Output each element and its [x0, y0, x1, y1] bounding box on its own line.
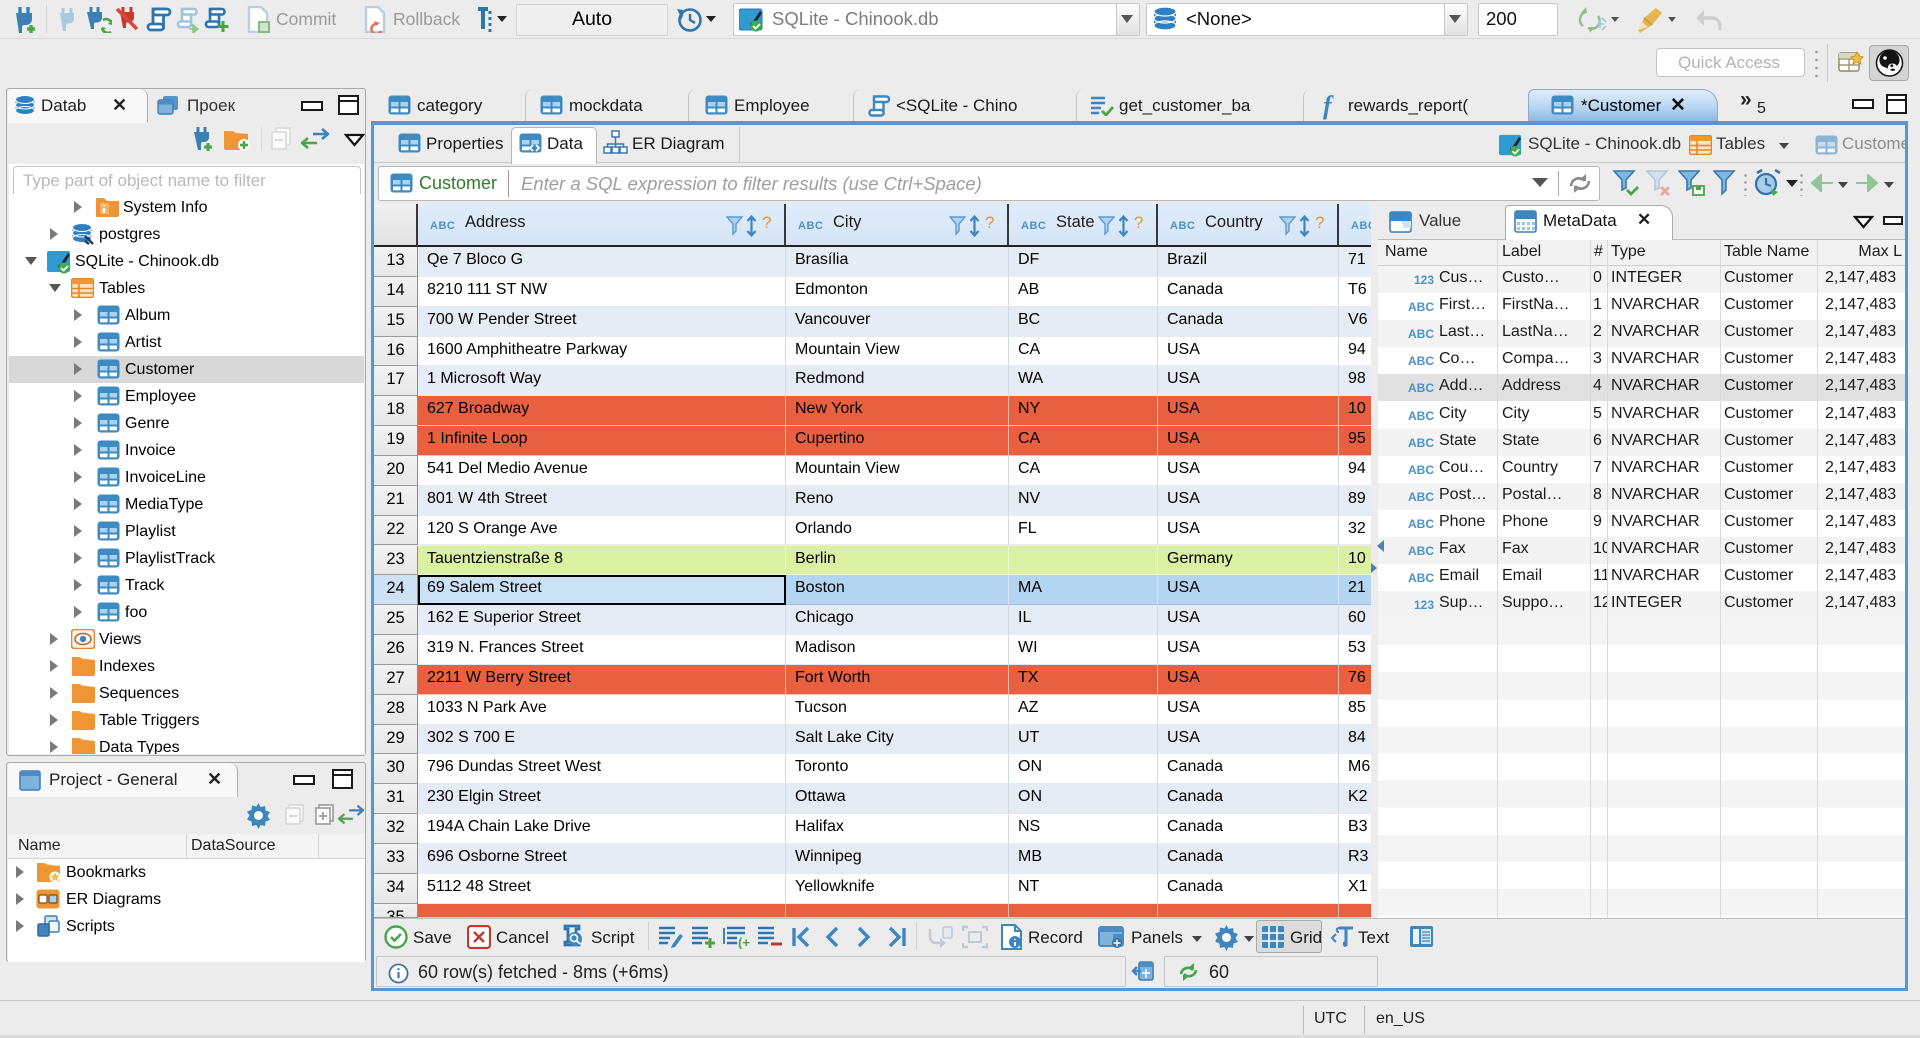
svg-text:(+): (+) [738, 935, 750, 949]
